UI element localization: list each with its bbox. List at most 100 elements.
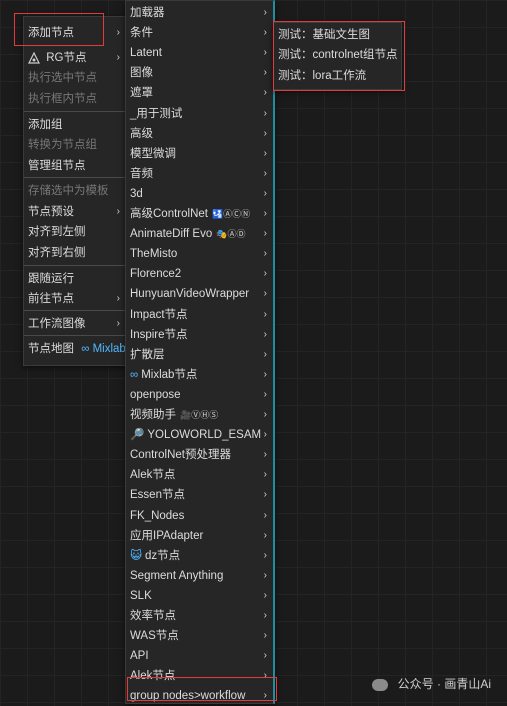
submenu-item[interactable]: 模型微调 › <box>126 144 273 164</box>
submenu-item[interactable]: Alek节点 › <box>126 666 273 686</box>
chevron-right-icon: › <box>263 489 267 501</box>
submenu-item[interactable]: 遮罩 › <box>126 83 273 103</box>
menu-item-label: 对齐到左侧 <box>28 226 86 238</box>
chevron-right-icon: › <box>263 127 267 139</box>
chevron-right-icon: › <box>263 7 267 18</box>
submenu-item[interactable]: TheMisto › <box>126 244 273 264</box>
workflow-item-lora[interactable]: 测试：lora工作流 <box>274 66 401 86</box>
chevron-right-icon: › <box>263 388 267 400</box>
submenu-item[interactable]: Segment Anything › <box>126 566 273 586</box>
submenu-item[interactable]: AnimateDiff Evo 🎭ⒶⒹ › <box>126 224 273 244</box>
chevron-right-icon: › <box>263 167 267 179</box>
menu-item-node-presets[interactable]: 节点预设 › <box>24 202 126 222</box>
submenu-item[interactable]: 应用IPAdapter › <box>126 526 273 546</box>
category-icon: ∞ <box>130 368 139 381</box>
submenu-item[interactable]: Essen节点 › <box>126 485 273 505</box>
submenu-item-label: _用于测试 <box>130 107 183 120</box>
submenu-item[interactable]: 高级 › <box>126 124 273 144</box>
chevron-right-icon: › <box>263 630 267 642</box>
menu-item-label: RG节点 <box>46 52 87 64</box>
menu-item-execute-in-frame: 执行框内节点 <box>24 89 126 109</box>
menu-item-save-template: 存储选中为模板 <box>24 181 126 201</box>
submenu-item[interactable]: Florence2 › <box>126 264 273 284</box>
workflow-submenu: 测试：基础文生图 测试：controlnet组节点 测试：lora工作流 <box>273 22 402 90</box>
submenu-item[interactable]: ∞ Mixlab节点 › <box>126 365 273 385</box>
menu-item-align-right[interactable]: 对齐到右侧 <box>24 243 126 263</box>
submenu-item-label: 加载器 <box>130 7 165 19</box>
menu-item-label: 存储选中为模板 <box>28 185 109 197</box>
workflow-item-basic-t2i[interactable]: 测试：基础文生图 <box>274 25 401 45</box>
menu-item-label: 对齐到右侧 <box>28 247 86 259</box>
menu-item-align-left[interactable]: 对齐到左侧 <box>24 222 126 242</box>
submenu-item-label: FK_Nodes <box>130 509 185 522</box>
chevron-right-icon: › <box>263 670 267 682</box>
submenu-item[interactable]: ControlNet预处理器 › <box>126 445 273 465</box>
submenu-item[interactable]: WAS节点 › <box>126 626 273 646</box>
submenu-item[interactable]: 视频助手 🎥ⓋⒽⓈ › <box>126 405 273 425</box>
menu-item-node-map[interactable]: 节点地图 ∞ Mixlab <box>24 339 126 359</box>
chevron-right-icon: › <box>263 368 267 380</box>
chevron-right-icon: › <box>263 187 267 199</box>
submenu-item-label: HunyuanVideoWrapper <box>130 288 250 301</box>
submenu-item[interactable]: API › <box>126 646 273 666</box>
submenu-item-label: 高级ControlNet <box>130 208 208 221</box>
menu-item-goto-node[interactable]: 前往节点 › <box>24 289 126 309</box>
context-menu: 添加节点 › RG节点 › 执行选中节点 执行框内节点 添加组 转换为节点组 管… <box>23 16 127 366</box>
workflow-item-controlnet-group[interactable]: 测试：controlnet组节点 <box>274 45 401 65</box>
chevron-right-icon: › <box>263 569 267 581</box>
submenu-item[interactable]: group nodes>workflow › <box>126 686 273 706</box>
submenu-item[interactable]: 图像 › <box>126 63 273 83</box>
menu-divider <box>24 177 126 178</box>
submenu-item[interactable]: 🔎 YOLOWORLD_ESAM › <box>126 425 273 445</box>
submenu-item[interactable]: 高级ControlNet 🛂ⒶⒸⓃ › <box>126 204 273 224</box>
submenu-item-label: SLK <box>130 589 152 602</box>
submenu-item[interactable]: FK_Nodes › <box>126 506 273 526</box>
chevron-right-icon: › <box>263 228 267 240</box>
chevron-right-icon: › <box>263 610 267 621</box>
submenu-item-label: Alek节点 <box>130 469 176 482</box>
add-node-submenu: 加载器 › 条件 › Latent › 图像 › 遮罩 › _用于测试 › 高级 › 模型微调 › 音频 › 3d ›… <box>125 0 275 704</box>
submenu-item[interactable]: 😺 dz节点 › <box>126 546 273 566</box>
chevron-right-icon: › <box>263 268 267 280</box>
submenu-item-label: Impact节点 <box>130 308 188 321</box>
chevron-right-icon: › <box>263 147 267 159</box>
submenu-item[interactable]: Latent › <box>126 43 273 63</box>
menu-item-label: 添加组 <box>28 119 63 131</box>
submenu-item-label: Florence2 <box>130 268 182 281</box>
submenu-item-label: 效率节点 <box>130 610 176 622</box>
menu-item-label: 跟随运行 <box>28 273 74 285</box>
submenu-item-label: WAS节点 <box>130 630 179 643</box>
submenu-item-label: Essen节点 <box>130 489 185 502</box>
menu-item-label: 测试：lora工作流 <box>278 70 367 82</box>
submenu-item-label: YOLOWORLD_ESAM <box>147 429 262 442</box>
chevron-right-icon: › <box>263 47 267 59</box>
submenu-item[interactable]: 效率节点 › <box>126 606 273 626</box>
submenu-item[interactable]: 扩散层 › <box>126 345 273 365</box>
submenu-item[interactable]: HunyuanVideoWrapper › <box>126 284 273 304</box>
menu-item-add-node[interactable]: 添加节点 › <box>24 23 126 43</box>
menu-item-rg-nodes[interactable]: RG节点 › <box>24 48 126 68</box>
mixlab-tag: ∞ Mixlab <box>81 343 126 355</box>
submenu-item[interactable]: _用于测试 › <box>126 104 273 124</box>
submenu-item[interactable]: 音频 › <box>126 164 273 184</box>
menu-divider <box>24 111 126 112</box>
menu-divider <box>24 335 126 336</box>
wechat-logo-icon <box>372 678 389 691</box>
submenu-item[interactable]: Alek节点 › <box>126 465 273 485</box>
submenu-item-label: 音频 <box>130 167 153 180</box>
menu-divider <box>24 310 126 311</box>
menu-item-manage-group[interactable]: 管理组节点 <box>24 156 126 176</box>
submenu-item[interactable]: 3d › <box>126 184 273 204</box>
submenu-item[interactable]: SLK › <box>126 586 273 606</box>
submenu-item[interactable]: 条件 › <box>126 23 273 43</box>
watermark-text: 公众号 · 画青山Ai <box>397 677 491 691</box>
menu-item-workflow-image[interactable]: 工作流图像 › <box>24 314 126 334</box>
menu-item-add-group[interactable]: 添加组 <box>24 115 126 135</box>
menu-item-follow-run[interactable]: 跟随运行 <box>24 269 126 289</box>
submenu-item[interactable]: Impact节点 › <box>126 305 273 325</box>
submenu-item[interactable]: 加载器 › <box>126 3 273 23</box>
chevron-right-icon: › <box>263 87 267 99</box>
submenu-item-label: Latent <box>130 47 162 60</box>
submenu-item[interactable]: Inspire节点 › <box>126 325 273 345</box>
submenu-item[interactable]: openpose › <box>126 385 273 405</box>
